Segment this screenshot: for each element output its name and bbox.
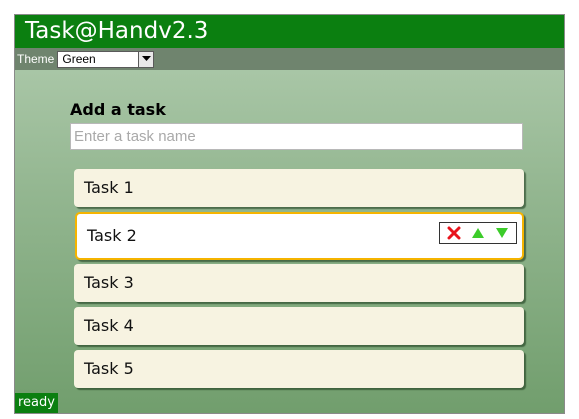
status-bar: ready [15, 393, 58, 413]
move-down-icon[interactable] [492, 224, 512, 242]
task-item[interactable]: Task 3 [74, 264, 524, 302]
task-label: Task 5 [84, 359, 134, 378]
task-controls [439, 222, 517, 244]
add-task-heading: Add a task [70, 100, 166, 119]
task-item[interactable]: Task 1 [74, 169, 524, 207]
task-label: Task 2 [87, 226, 137, 245]
task-list: Task 1 Task 2 Task 3 Task 4 Task 5 [74, 169, 524, 393]
theme-select-value: Green [62, 52, 96, 66]
task-name-input[interactable] [70, 123, 523, 150]
task-item[interactable]: Task 5 [74, 350, 524, 388]
task-item-selected[interactable]: Task 2 [75, 212, 524, 260]
task-item[interactable]: Task 4 [74, 307, 524, 345]
chevron-down-icon[interactable] [138, 51, 154, 67]
app-title: Task@Handv2.3 [15, 15, 564, 48]
app-window: Task@Handv2.3 Theme Green Add a task Tas… [14, 14, 565, 414]
task-label: Task 4 [84, 316, 134, 335]
theme-label: Theme [17, 52, 55, 66]
toolbar: Theme Green [15, 48, 564, 70]
task-label: Task 1 [84, 178, 134, 197]
delete-icon[interactable] [444, 224, 464, 242]
theme-select[interactable]: Green [57, 50, 155, 68]
move-up-icon[interactable] [468, 224, 488, 242]
task-label: Task 3 [84, 273, 134, 292]
